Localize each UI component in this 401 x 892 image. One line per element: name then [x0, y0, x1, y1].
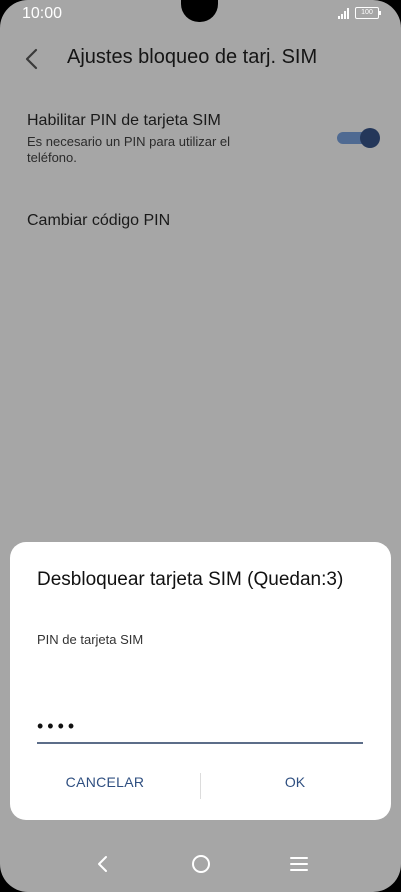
status-time: 10:00	[22, 5, 63, 22]
button-divider	[200, 773, 201, 799]
status-icons: 100	[338, 7, 381, 19]
nav-menu-icon	[289, 857, 308, 871]
camera-notch	[181, 0, 218, 22]
cancel-button[interactable]: CANCELAR	[50, 774, 160, 798]
ok-button[interactable]: OK	[240, 774, 350, 798]
page-title: Ajustes bloqueo de tarj. SIM	[67, 46, 318, 68]
phone-screen: 10:00 100 Ajustes bloqueo de tarj. SIM H…	[0, 0, 401, 892]
pin-input[interactable]: ••••	[37, 710, 363, 744]
signal-icon	[338, 7, 349, 19]
nav-menu-button[interactable]	[287, 852, 311, 876]
setting-change-pin[interactable]: Cambiar código PIN	[27, 212, 170, 230]
back-button[interactable]	[20, 44, 46, 74]
setting-enable-pin[interactable]: Habilitar PIN de tarjeta SIM Es necesari…	[27, 112, 387, 172]
dialog-title: Desbloquear tarjeta SIM (Quedan:3)	[37, 569, 344, 590]
setting-enable-pin-description: Es necesario un PIN para utilizar el tel…	[27, 134, 231, 165]
nav-back-icon	[97, 856, 107, 872]
nav-home-icon	[191, 855, 210, 873]
battery-icon: 100	[355, 7, 381, 19]
nav-back-button[interactable]	[91, 852, 115, 876]
pin-field-label: PIN de tarjeta SIM	[37, 632, 144, 647]
nav-home-button[interactable]	[189, 852, 213, 876]
back-arrow-icon	[25, 48, 38, 70]
enable-pin-toggle[interactable]	[337, 128, 381, 148]
navigation-bar	[0, 836, 401, 892]
app-header: Ajustes bloqueo de tarj. SIM	[0, 40, 401, 80]
battery-level: 100	[361, 9, 373, 16]
setting-enable-pin-title: Habilitar PIN de tarjeta SIM	[27, 112, 221, 129]
unlock-sim-dialog: Desbloquear tarjeta SIM (Quedan:3) PIN d…	[10, 542, 391, 820]
toggle-knob	[360, 128, 380, 148]
